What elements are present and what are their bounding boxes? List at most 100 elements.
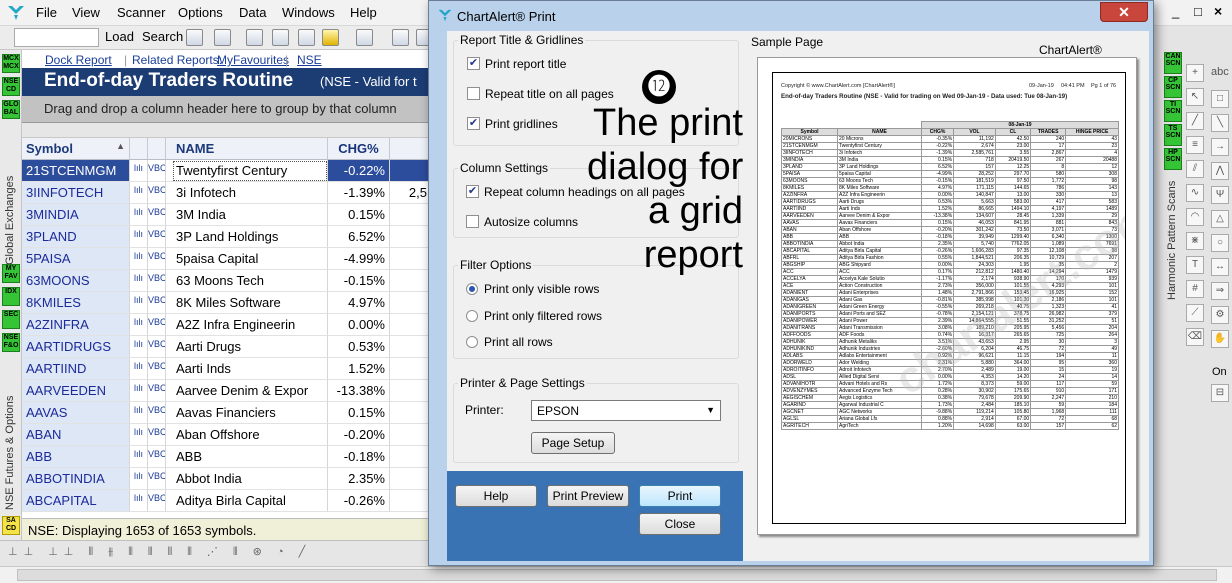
table-row[interactable]: 63MOONS lılı VBC 63 Moons Tech -0.15%	[22, 270, 432, 292]
help-button[interactable]: Help	[455, 485, 537, 507]
save-icon[interactable]	[214, 29, 231, 46]
grid-top-scrollbar[interactable]	[22, 123, 432, 138]
vbc-link-icon[interactable]: VBC	[148, 358, 166, 380]
table-row[interactable]: ABBOTINDIA lılı VBC Abbot India 2.35%	[22, 468, 432, 490]
chart-link-icon[interactable]: lılı	[130, 490, 148, 512]
speed-lines-icon[interactable]: ⟋	[1186, 304, 1204, 322]
text-icon[interactable]: T	[1186, 256, 1204, 274]
channel-icon[interactable]: ⫽	[1186, 160, 1204, 178]
zigzag-icon[interactable]: ⋀	[1211, 162, 1229, 180]
table-row[interactable]: AARTIDRUGS lılı VBC Aarti Drugs 0.53%	[22, 336, 432, 358]
vbc-link-icon[interactable]: VBC	[148, 380, 166, 402]
page-setup-button[interactable]: Page Setup	[531, 432, 615, 454]
print-visible-radio[interactable]	[466, 283, 478, 295]
preview-icon[interactable]	[272, 29, 289, 46]
vbc-link-icon[interactable]: VBC	[148, 336, 166, 358]
mcx-badge[interactable]: MCX MCX	[2, 54, 20, 73]
table-row[interactable]: ABB lılı VBC ABB -0.18%	[22, 446, 432, 468]
chart-link-icon[interactable]: lılı	[130, 226, 148, 248]
drawing-tools-icons[interactable]: ⊥⊥ ⊥⊥ ⫴ ⫵ ⫴ ⫴ ⫴ ⫴ ⋰ ⫴ ⊛ ◔ ╱	[8, 545, 418, 563]
chart-link-icon[interactable]: lılı	[130, 160, 148, 182]
hand-icon[interactable]: ✋	[1211, 330, 1229, 348]
vbc-link-icon[interactable]: VBC	[148, 226, 166, 248]
ts-scn-badge[interactable]: TS SCN	[1164, 124, 1182, 146]
table-row[interactable]: AARVEEDEN lılı VBC Aarvee Denim & Expor -13.…	[22, 380, 432, 402]
table-row[interactable]: 5PAISA lılı VBC 5paisa Capital -4.99%	[22, 248, 432, 270]
menu-scanner[interactable]: Scanner	[117, 5, 165, 20]
vbc-link-icon[interactable]: VBC	[148, 402, 166, 424]
vbc-link-icon[interactable]: VBC	[148, 160, 166, 182]
chart-icon[interactable]	[298, 29, 315, 46]
idx-badge[interactable]: IDX	[2, 287, 20, 306]
vbc-link-icon[interactable]: VBC	[148, 292, 166, 314]
dock-report-link[interactable]: Dock Report	[45, 53, 112, 67]
menu-help[interactable]: Help	[350, 5, 377, 20]
pointer-tool-icon[interactable]	[186, 29, 203, 46]
print-filtered-radio[interactable]	[466, 310, 478, 322]
chart-link-icon[interactable]: lılı	[130, 380, 148, 402]
fib-icon[interactable]: ≡	[1186, 136, 1204, 154]
can-scn-badge[interactable]: CAN SCN	[1164, 52, 1182, 74]
print-preview-button[interactable]: Print Preview	[547, 485, 629, 507]
autosize-columns-checkbox[interactable]	[466, 215, 479, 228]
vbc-link-icon[interactable]: VBC	[148, 446, 166, 468]
vbc-link-icon[interactable]: VBC	[148, 424, 166, 446]
vbc-link-icon[interactable]: VBC	[148, 204, 166, 226]
my-favourites-link[interactable]: MyFavourites	[217, 53, 289, 67]
chart-link-icon[interactable]: lılı	[130, 182, 148, 204]
gear-icon[interactable]: ⚙	[1211, 306, 1229, 324]
chart-link-icon[interactable]: lılı	[130, 270, 148, 292]
grid-icon[interactable]: #	[1186, 280, 1204, 298]
chart-link-icon[interactable]: lılı	[130, 402, 148, 424]
menu-windows[interactable]: Windows	[282, 5, 335, 20]
minimize-icon[interactable]: _	[1172, 4, 1179, 19]
symbol-input[interactable]	[14, 28, 99, 47]
print-icon[interactable]	[246, 29, 263, 46]
close-icon[interactable]: ×	[1214, 3, 1222, 19]
menu-data[interactable]: Data	[239, 5, 266, 20]
crosshair-icon[interactable]: +	[1186, 64, 1204, 82]
group-by-panel[interactable]: Drag and drop a column header here to gr…	[22, 96, 432, 123]
menu-file[interactable]: File	[36, 5, 57, 20]
bottom-scrollbar[interactable]	[0, 566, 1232, 583]
column-header-chg[interactable]: CHG%	[328, 138, 390, 160]
printer-select[interactable]: EPSON ▼	[531, 400, 721, 421]
print-all-radio[interactable]	[466, 336, 478, 348]
ruler-icon[interactable]: ⊟	[1211, 384, 1229, 402]
dialog-close-button[interactable]: ✕	[1100, 2, 1148, 22]
table-row[interactable]: 3PLAND lılı VBC 3P Land Holdings 6.52%	[22, 226, 432, 248]
line-icon[interactable]: ╲	[1211, 114, 1229, 132]
triangle-icon[interactable]: △	[1211, 210, 1229, 228]
gann-icon[interactable]: ⋇	[1186, 232, 1204, 250]
menu-options[interactable]: Options	[178, 5, 223, 20]
settings-icon[interactable]	[392, 29, 409, 46]
square-icon[interactable]: □	[1211, 90, 1229, 108]
abc-tool[interactable]: abc	[1211, 66, 1229, 78]
print-report-title-checkbox[interactable]: ✔	[467, 57, 480, 70]
vbc-link-icon[interactable]: VBC	[148, 182, 166, 204]
table-row[interactable]: 8KMILES lılı VBC 8K Miles Software 4.97%	[22, 292, 432, 314]
nse-link[interactable]: NSE	[297, 53, 322, 67]
vbc-link-icon[interactable]: VBC	[148, 468, 166, 490]
load-button[interactable]: Load	[105, 29, 134, 44]
chart-link-icon[interactable]: lılı	[130, 248, 148, 270]
table-row[interactable]: AAVAS lılı VBC Aavas Financiers 0.15%	[22, 402, 432, 424]
search-button[interactable]: Search	[142, 29, 183, 44]
column-header-icon2[interactable]	[148, 138, 166, 160]
column-header-symbol[interactable]: Symbol ▲	[22, 138, 130, 160]
column-header-name[interactable]: NAME	[172, 138, 328, 160]
sec-badge[interactable]: SEC	[2, 310, 20, 329]
table-row[interactable]: ABAN lılı VBC Aban Offshore -0.20%	[22, 424, 432, 446]
chart-link-icon[interactable]: lılı	[130, 314, 148, 336]
chart-link-icon[interactable]: lılı	[130, 292, 148, 314]
table-row[interactable]: A2ZINFRA lılı VBC A2Z Infra Engineerin 0.00%	[22, 314, 432, 336]
scrollbar-thumb[interactable]	[17, 569, 1217, 581]
arrow-icon[interactable]: →	[1211, 138, 1229, 156]
arrow-right-icon[interactable]: ⇒	[1211, 282, 1229, 300]
pointer-icon[interactable]: ↖	[1186, 88, 1204, 106]
restore-icon[interactable]: □	[1194, 4, 1202, 19]
table-row[interactable]: ABCAPITAL lılı VBC Aditya Birla Capital -0.2…	[22, 490, 432, 512]
print-gridlines-checkbox[interactable]: ✔	[467, 117, 480, 130]
sa-cd-badge[interactable]: SA CD	[2, 516, 20, 535]
vbc-link-icon[interactable]: VBC	[148, 270, 166, 292]
